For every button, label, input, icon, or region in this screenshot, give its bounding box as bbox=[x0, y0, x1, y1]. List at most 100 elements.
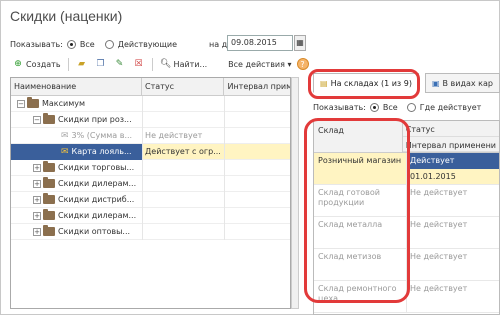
row-status: Действует bbox=[407, 153, 499, 169]
all-actions-menu[interactable]: Все действия ▾ bbox=[226, 57, 293, 71]
window-title: Скидки (наценки) bbox=[10, 8, 123, 24]
row-interval bbox=[224, 191, 290, 208]
row-name: Скидки торговы... bbox=[58, 163, 135, 172]
delete-button[interactable]: ☒ bbox=[131, 57, 147, 71]
right-radio-active-label: Где действует bbox=[419, 103, 482, 112]
delete-icon: ☒ bbox=[134, 59, 143, 69]
plus-icon: ⊕ bbox=[14, 59, 22, 69]
tree-row-selected[interactable]: ✉ Карта лояль... Действует с огр... bbox=[11, 143, 290, 160]
tree-row[interactable]: ✉ 3% (Сумма в... Не действует bbox=[11, 127, 290, 144]
calendar-button[interactable]: ▦ bbox=[294, 35, 306, 51]
discount-tree[interactable]: Наименование Статус Интервал приме −Макс… bbox=[10, 77, 291, 309]
folder-icon bbox=[43, 193, 55, 204]
expand-icon[interactable]: + bbox=[33, 179, 41, 188]
right-show-label: Показывать: bbox=[313, 103, 366, 112]
row-status: Не действует bbox=[410, 188, 468, 197]
edit-button[interactable]: ✎ bbox=[112, 57, 128, 71]
new-folder-icon: ▰ bbox=[78, 59, 85, 69]
help-button[interactable]: ? bbox=[296, 58, 309, 70]
toolbar-separator bbox=[151, 57, 153, 71]
tree-row[interactable]: − Максимум bbox=[11, 95, 290, 112]
find-label: Найти... bbox=[173, 59, 208, 69]
col-name-header[interactable]: Наименование bbox=[11, 78, 143, 95]
row-status bbox=[142, 175, 224, 192]
radio-active-label: Действующие bbox=[117, 39, 177, 49]
create-label: Создать bbox=[26, 59, 61, 69]
tree-row[interactable]: + Скидки оптовы... bbox=[11, 223, 290, 240]
row-status bbox=[142, 191, 224, 208]
col-interval-header[interactable]: Интервал применени bbox=[402, 137, 499, 152]
row-status bbox=[142, 207, 224, 224]
row-name: Скидки дистриб... bbox=[58, 195, 135, 204]
col-interval-header[interactable]: Интервал приме bbox=[224, 78, 290, 95]
row-name: Карта лояль... bbox=[71, 147, 132, 156]
row-interval bbox=[407, 297, 499, 313]
col-status-header[interactable]: Статус bbox=[402, 121, 499, 137]
row-status: Действует с огр... bbox=[142, 143, 224, 160]
row-status bbox=[142, 111, 224, 128]
row-name: Скидки оптовы... bbox=[58, 227, 131, 236]
tree-scrollbar[interactable] bbox=[291, 77, 299, 309]
folder-icon bbox=[43, 161, 55, 172]
row-interval bbox=[224, 223, 290, 240]
tab-card-types-label: В видах кар bbox=[442, 78, 493, 88]
row-name: Скидки дилерам... bbox=[58, 179, 137, 188]
pencil-icon: ✎ bbox=[115, 59, 124, 69]
row-status: Не действует bbox=[142, 127, 224, 144]
card-icon: ▣ bbox=[431, 78, 440, 88]
collapse-icon[interactable]: − bbox=[17, 99, 25, 108]
copy-button[interactable]: ❐ bbox=[93, 57, 109, 71]
row-status: Не действует bbox=[410, 252, 468, 261]
folder-icon bbox=[27, 97, 39, 108]
right-filter-row: Показывать: Все Где действует bbox=[313, 103, 481, 112]
date-field[interactable]: 09.08.2015 bbox=[227, 35, 293, 51]
expand-icon[interactable]: + bbox=[33, 211, 41, 220]
row-interval bbox=[407, 265, 499, 281]
row-interval bbox=[407, 233, 499, 249]
row-name: Скидки дилерам... bbox=[58, 211, 137, 220]
discount-card-icon: ✉ bbox=[61, 146, 69, 157]
create-group-button[interactable]: ▰ bbox=[74, 57, 90, 71]
radio-all[interactable] bbox=[66, 39, 76, 49]
row-interval bbox=[224, 175, 290, 192]
tree-row[interactable]: + Скидки дистриб... bbox=[11, 191, 290, 208]
folder-icon bbox=[43, 225, 55, 236]
search-icon: 🔍︎ bbox=[159, 59, 172, 69]
highlight-oval-tab bbox=[308, 69, 420, 99]
row-interval bbox=[224, 95, 290, 112]
row-interval bbox=[224, 111, 290, 128]
right-radio-all[interactable] bbox=[369, 103, 379, 112]
tree-row[interactable]: − Скидки при роз... bbox=[11, 111, 290, 128]
right-radio-all-label: Все bbox=[382, 103, 398, 112]
row-name: Скидки при роз... bbox=[58, 115, 132, 124]
tab-card-types[interactable]: ▣ В видах кар bbox=[424, 73, 500, 93]
row-interval bbox=[224, 143, 290, 160]
show-label: Показывать: bbox=[10, 39, 63, 49]
filter-row: Показывать: Все Действующие на дату: bbox=[10, 37, 244, 51]
highlight-oval-column bbox=[304, 118, 410, 303]
expand-icon[interactable]: + bbox=[33, 163, 41, 172]
expand-icon[interactable]: + bbox=[33, 195, 41, 204]
create-button[interactable]: ⊕ Создать bbox=[10, 57, 63, 71]
row-interval bbox=[224, 127, 290, 144]
tree-row[interactable]: + Скидки дилерам... bbox=[11, 207, 290, 224]
expand-icon[interactable]: + bbox=[33, 227, 41, 236]
row-interval bbox=[407, 201, 499, 217]
tree-row[interactable]: + Скидки торговы... bbox=[11, 159, 290, 176]
row-name: Максимум bbox=[42, 99, 86, 108]
col-status-header[interactable]: Статус bbox=[142, 78, 225, 95]
row-status bbox=[142, 223, 224, 240]
all-actions-label: Все действия ▾ bbox=[228, 59, 292, 69]
tree-row[interactable]: + Скидки дилерам... bbox=[11, 175, 290, 192]
collapse-icon[interactable]: − bbox=[33, 115, 41, 124]
find-button[interactable]: 🔍︎ Найти... bbox=[158, 57, 210, 71]
row-status bbox=[142, 159, 224, 176]
tree-header: Наименование Статус Интервал приме bbox=[11, 78, 290, 96]
toolbar-separator bbox=[67, 57, 69, 71]
calendar-icon: ▦ bbox=[296, 38, 304, 47]
row-interval bbox=[224, 159, 290, 176]
radio-active[interactable] bbox=[104, 39, 114, 49]
folder-icon bbox=[43, 209, 55, 220]
folder-icon bbox=[43, 113, 55, 124]
right-radio-active[interactable] bbox=[406, 103, 416, 112]
